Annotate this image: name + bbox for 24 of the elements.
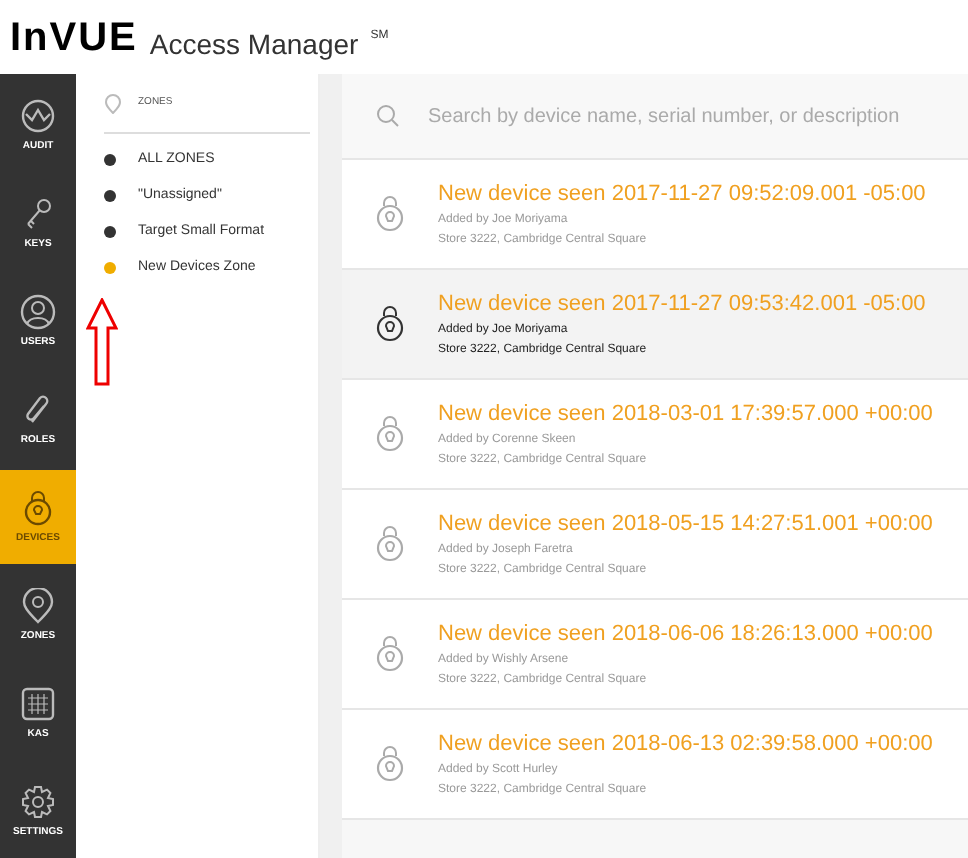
user-icon — [20, 294, 56, 330]
lock-icon — [376, 196, 404, 232]
location-pin-icon — [20, 588, 56, 624]
logo: InVUE — [10, 18, 138, 58]
device-title: New device seen 2017-11-27 09:52:09.001 -05:00 — [438, 183, 926, 205]
lock-icon — [20, 490, 56, 526]
device-title: New device seen 2018-06-13 02:39:58.000 +00:00 — [438, 733, 933, 755]
lock-icon — [376, 746, 404, 782]
lock-icon — [376, 306, 404, 342]
device-title: New device seen 2017-11-27 09:53:42.001 -05:00 — [438, 293, 926, 315]
lock-icon — [376, 526, 404, 562]
grid-icon — [20, 686, 56, 722]
arrow-annotation — [86, 298, 118, 386]
search-icon — [376, 104, 400, 128]
zone-icon — [104, 93, 122, 113]
device-title: New device seen 2018-05-15 14:27:51.001 +00:00 — [438, 513, 933, 535]
settings-icon — [20, 784, 56, 820]
lock-icon — [376, 636, 404, 672]
search-field[interactable]: Search by device name, serial number, or description — [428, 101, 968, 131]
app-title: Access Manager — [149, 30, 359, 58]
pulse-icon — [20, 98, 56, 134]
device-title: New device seen 2018-06-06 18:26:13.000 +00:00 — [438, 623, 933, 645]
lock-icon — [376, 416, 404, 452]
device-title: New device seen 2018-03-01 17:39:57.000 +00:00 — [438, 403, 933, 425]
